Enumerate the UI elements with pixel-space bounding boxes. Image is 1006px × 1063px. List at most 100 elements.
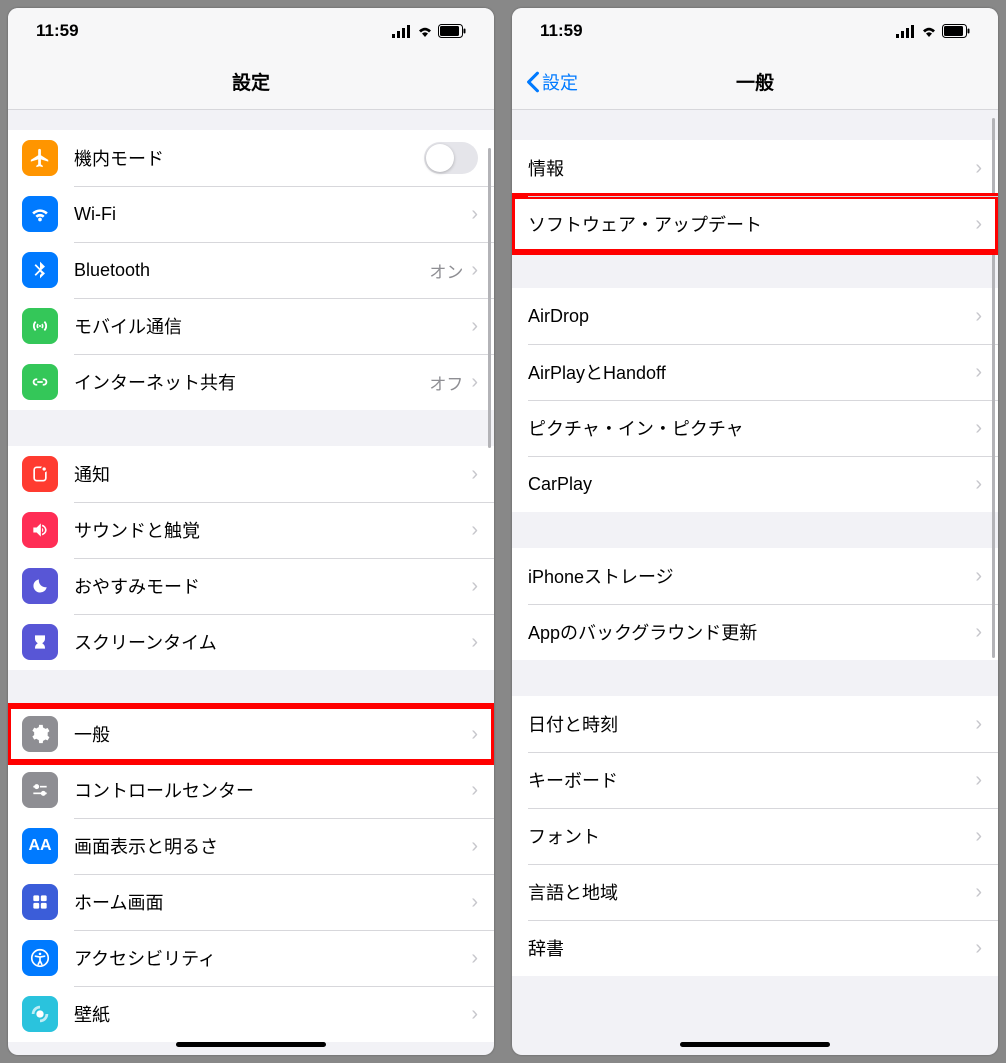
chevron-right-icon: ›: [471, 947, 478, 970]
chevron-right-icon: ›: [471, 519, 478, 542]
software-update-cell[interactable]: ソフトウェア・アップデート ›: [512, 196, 998, 252]
bluetooth-label: Bluetooth: [74, 260, 429, 281]
back-label: 設定: [542, 69, 578, 95]
airplane-label: 機内モード: [74, 145, 424, 171]
dictionary-cell[interactable]: 辞書 ›: [512, 920, 998, 976]
cellular-cell[interactable]: モバイル通信 ›: [8, 298, 494, 354]
language-cell[interactable]: 言語と地域 ›: [512, 864, 998, 920]
controlcenter-icon: [22, 772, 58, 808]
homescreen-cell[interactable]: ホーム画面 ›: [8, 874, 494, 930]
wifi-cell[interactable]: Wi-Fi ›: [8, 186, 494, 242]
homescreen-icon: [22, 884, 58, 920]
airdrop-label: AirDrop: [528, 306, 975, 327]
status-icons: [392, 24, 466, 38]
keyboard-cell[interactable]: キーボード ›: [512, 752, 998, 808]
notifications-label: 通知: [74, 461, 471, 487]
general-icon: [22, 716, 58, 752]
home-indicator[interactable]: [176, 1042, 326, 1047]
bluetooth-cell[interactable]: Bluetooth オン ›: [8, 242, 494, 298]
airplay-cell[interactable]: AirPlayとHandoff ›: [512, 344, 998, 400]
chevron-right-icon: ›: [471, 891, 478, 914]
settings-screen: 11:59 設定 機内モード Wi-Fi ›: [8, 8, 494, 1055]
status-time: 11:59: [36, 21, 79, 41]
navbar: 設定: [8, 54, 494, 110]
battery-icon: [942, 24, 970, 38]
back-button[interactable]: 設定: [526, 69, 578, 95]
background-refresh-cell[interactable]: Appのバックグラウンド更新 ›: [512, 604, 998, 660]
carplay-cell[interactable]: CarPlay ›: [512, 456, 998, 512]
accessibility-cell[interactable]: アクセシビリティ ›: [8, 930, 494, 986]
wifi-status-icon: [416, 24, 434, 38]
scrollbar[interactable]: [488, 148, 491, 448]
chevron-right-icon: ›: [471, 315, 478, 338]
cellular-signal-icon: [392, 24, 412, 38]
chevron-right-icon: ›: [975, 417, 982, 440]
language-label: 言語と地域: [528, 879, 975, 905]
general-group-about: 情報 › ソフトウェア・アップデート ›: [512, 140, 998, 252]
dnd-cell[interactable]: おやすみモード ›: [8, 558, 494, 614]
about-cell[interactable]: 情報 ›: [512, 140, 998, 196]
chevron-right-icon: ›: [975, 621, 982, 644]
airdrop-cell[interactable]: AirDrop ›: [512, 288, 998, 344]
sounds-label: サウンドと触覚: [74, 517, 471, 543]
battery-icon: [438, 24, 466, 38]
screentime-label: スクリーンタイム: [74, 629, 471, 655]
chevron-right-icon: ›: [471, 1003, 478, 1026]
chevron-right-icon: ›: [975, 769, 982, 792]
about-label: 情報: [528, 155, 975, 181]
cellular-signal-icon: [896, 24, 916, 38]
background-refresh-label: Appのバックグラウンド更新: [528, 619, 975, 645]
general-group-connect: AirDrop › AirPlayとHandoff › ピクチャ・イン・ピクチャ…: [512, 288, 998, 512]
chevron-right-icon: ›: [975, 213, 982, 236]
general-group-storage: iPhoneストレージ › Appのバックグラウンド更新 ›: [512, 548, 998, 660]
datetime-label: 日付と時刻: [528, 711, 975, 737]
wifi-status-icon: [920, 24, 938, 38]
screentime-cell[interactable]: スクリーンタイム ›: [8, 614, 494, 670]
sounds-cell[interactable]: サウンドと触覚 ›: [8, 502, 494, 558]
wifi-label: Wi-Fi: [74, 204, 463, 225]
controlcenter-cell[interactable]: コントロールセンター ›: [8, 762, 494, 818]
fonts-cell[interactable]: フォント ›: [512, 808, 998, 864]
pip-cell[interactable]: ピクチャ・イン・ピクチャ ›: [512, 400, 998, 456]
airplane-mode-cell[interactable]: 機内モード: [8, 130, 494, 186]
wallpaper-label: 壁紙: [74, 1001, 471, 1027]
dnd-label: おやすみモード: [74, 573, 471, 599]
home-indicator[interactable]: [680, 1042, 830, 1047]
notifications-cell[interactable]: 通知 ›: [8, 446, 494, 502]
airplane-icon: [22, 140, 58, 176]
chevron-right-icon: ›: [975, 825, 982, 848]
software-update-label: ソフトウェア・アップデート: [528, 211, 975, 237]
carplay-label: CarPlay: [528, 474, 975, 495]
dictionary-label: 辞書: [528, 935, 975, 961]
chevron-right-icon: ›: [975, 937, 982, 960]
controlcenter-label: コントロールセンター: [74, 777, 471, 803]
airplay-label: AirPlayとHandoff: [528, 359, 975, 385]
status-bar: 11:59: [512, 8, 998, 54]
datetime-cell[interactable]: 日付と時刻 ›: [512, 696, 998, 752]
chevron-right-icon: ›: [471, 371, 478, 394]
accessibility-label: アクセシビリティ: [74, 945, 471, 971]
general-cell[interactable]: 一般 ›: [8, 706, 494, 762]
bluetooth-icon: [22, 252, 58, 288]
chevron-right-icon: ›: [471, 575, 478, 598]
iphone-storage-cell[interactable]: iPhoneストレージ ›: [512, 548, 998, 604]
sounds-icon: [22, 512, 58, 548]
wallpaper-cell[interactable]: 壁紙 ›: [8, 986, 494, 1042]
pip-label: ピクチャ・イン・ピクチャ: [528, 415, 975, 441]
keyboard-label: キーボード: [528, 767, 975, 793]
airplane-toggle[interactable]: [424, 142, 478, 174]
wallpaper-icon: [22, 996, 58, 1032]
status-icons: [896, 24, 970, 38]
chevron-right-icon: ›: [975, 473, 982, 496]
chevron-right-icon: ›: [471, 463, 478, 486]
settings-group-notifications: 通知 › サウンドと触覚 › おやすみモード › スクリーンタイム ›: [8, 446, 494, 670]
display-cell[interactable]: AA 画面表示と明るさ ›: [8, 818, 494, 874]
cellular-label: モバイル通信: [74, 313, 471, 339]
settings-group-system: 一般 › コントロールセンター › AA 画面表示と明るさ › ホーム画面 ›: [8, 706, 494, 1042]
display-icon: AA: [22, 828, 58, 864]
general-label: 一般: [74, 721, 471, 747]
chevron-right-icon: ›: [471, 723, 478, 746]
general-group-locale: 日付と時刻 › キーボード › フォント › 言語と地域 › 辞書 ›: [512, 696, 998, 976]
hotspot-cell[interactable]: インターネット共有 オフ ›: [8, 354, 494, 410]
dnd-icon: [22, 568, 58, 604]
